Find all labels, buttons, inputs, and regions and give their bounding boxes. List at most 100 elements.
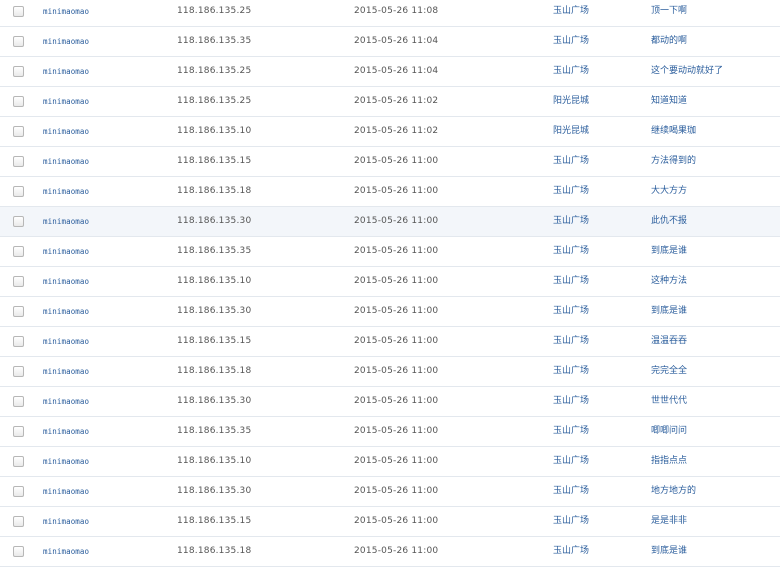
location-link[interactable]: 阳光昆城 (553, 87, 589, 116)
row-select-checkbox[interactable] (13, 426, 24, 437)
username-link[interactable]: minimaomao (43, 537, 89, 566)
message-link[interactable]: 到底是谁 (651, 537, 687, 566)
username-link[interactable]: minimaomao (43, 507, 89, 536)
row-select-checkbox[interactable] (13, 366, 24, 377)
table-row: minimaomao 118.186.135.35 2015-05-26 11:00… (0, 237, 780, 267)
message-link[interactable]: 顶一下啊 (651, 0, 687, 26)
location-link[interactable]: 阳光昆城 (553, 117, 589, 146)
location-link[interactable]: 玉山广场 (553, 27, 589, 56)
log-table: minimaomao 118.186.135.25 2015-05-26 11:08… (0, 0, 780, 567)
username-link[interactable]: minimaomao (43, 327, 89, 356)
username-link[interactable]: minimaomao (43, 57, 89, 86)
username-link[interactable]: minimaomao (43, 267, 89, 296)
location-link[interactable]: 玉山广场 (553, 57, 589, 86)
message-link[interactable]: 指指点点 (651, 447, 687, 476)
location-link[interactable]: 玉山广场 (553, 357, 589, 386)
row-select-checkbox[interactable] (13, 96, 24, 107)
row-select-checkbox[interactable] (13, 66, 24, 77)
ip-address: 118.186.135.15 (177, 156, 252, 166)
row-select-checkbox[interactable] (13, 36, 24, 47)
message-link[interactable]: 大大方方 (651, 177, 687, 206)
message-link[interactable]: 温温吞吞 (651, 327, 687, 356)
message-link[interactable]: 知道知道 (651, 87, 687, 116)
timestamp: 2015-05-26 11:00 (354, 516, 439, 526)
message-link[interactable]: 是是非非 (651, 507, 687, 536)
message-link[interactable]: 世世代代 (651, 387, 687, 416)
username-link[interactable]: minimaomao (43, 117, 89, 146)
row-select-checkbox[interactable] (13, 216, 24, 227)
location-link[interactable]: 玉山广场 (553, 237, 589, 266)
location-link[interactable]: 玉山广场 (553, 537, 589, 566)
row-select-checkbox[interactable] (13, 336, 24, 347)
row-select-checkbox[interactable] (13, 306, 24, 317)
ip-address: 118.186.135.30 (177, 216, 252, 226)
table-row: minimaomao 118.186.135.15 2015-05-26 11:00… (0, 147, 780, 177)
location-link[interactable]: 玉山广场 (553, 267, 589, 296)
location-link[interactable]: 玉山广场 (553, 147, 589, 176)
row-select-checkbox[interactable] (13, 6, 24, 17)
username-link[interactable]: minimaomao (43, 357, 89, 386)
message-link[interactable]: 这个要动动就好了 (651, 57, 723, 86)
timestamp: 2015-05-26 11:00 (354, 456, 439, 466)
location-link[interactable]: 玉山广场 (553, 387, 589, 416)
table-row: minimaomao 118.186.135.10 2015-05-26 11:00… (0, 267, 780, 297)
row-select-checkbox[interactable] (13, 456, 24, 467)
location-link[interactable]: 玉山广场 (553, 507, 589, 536)
message-link[interactable]: 到底是谁 (651, 297, 687, 326)
location-link[interactable]: 玉山广场 (553, 207, 589, 236)
table-row: minimaomao 118.186.135.30 2015-05-26 11:00… (0, 297, 780, 327)
message-link[interactable]: 此仇不报 (651, 207, 687, 236)
table-row: minimaomao 118.186.135.30 2015-05-26 11:00… (0, 387, 780, 417)
ip-address: 118.186.135.10 (177, 126, 252, 136)
table-row: minimaomao 118.186.135.30 2015-05-26 11:00… (0, 207, 780, 237)
username-link[interactable]: minimaomao (43, 477, 89, 506)
message-link[interactable]: 完完全全 (651, 357, 687, 386)
timestamp: 2015-05-26 11:00 (354, 396, 439, 406)
username-link[interactable]: minimaomao (43, 447, 89, 476)
username-link[interactable]: minimaomao (43, 207, 89, 236)
timestamp: 2015-05-26 11:04 (354, 66, 439, 76)
message-link[interactable]: 到底是谁 (651, 237, 687, 266)
row-select-checkbox[interactable] (13, 396, 24, 407)
row-select-checkbox[interactable] (13, 156, 24, 167)
message-link[interactable]: 都动的啊 (651, 27, 687, 56)
username-link[interactable]: minimaomao (43, 297, 89, 326)
username-link[interactable]: minimaomao (43, 417, 89, 446)
username-link[interactable]: minimaomao (43, 177, 89, 206)
username-link[interactable]: minimaomao (43, 27, 89, 56)
row-select-checkbox[interactable] (13, 486, 24, 497)
timestamp: 2015-05-26 11:00 (354, 426, 439, 436)
row-select-checkbox[interactable] (13, 126, 24, 137)
location-link[interactable]: 玉山广场 (553, 297, 589, 326)
row-select-checkbox[interactable] (13, 516, 24, 527)
location-link[interactable]: 玉山广场 (553, 417, 589, 446)
message-link[interactable]: 继续喝果珈 (651, 117, 696, 146)
timestamp: 2015-05-26 11:00 (354, 216, 439, 226)
location-link[interactable]: 玉山广场 (553, 477, 589, 506)
location-link[interactable]: 玉山广场 (553, 447, 589, 476)
username-link[interactable]: minimaomao (43, 87, 89, 116)
timestamp: 2015-05-26 11:02 (354, 126, 439, 136)
ip-address: 118.186.135.35 (177, 36, 252, 46)
ip-address: 118.186.135.10 (177, 456, 252, 466)
row-select-checkbox[interactable] (13, 276, 24, 287)
username-link[interactable]: minimaomao (43, 0, 89, 26)
username-link[interactable]: minimaomao (43, 237, 89, 266)
message-link[interactable]: 唧唧问问 (651, 417, 687, 446)
location-link[interactable]: 玉山广场 (553, 177, 589, 206)
ip-address: 118.186.135.30 (177, 306, 252, 316)
username-link[interactable]: minimaomao (43, 147, 89, 176)
ip-address: 118.186.135.18 (177, 366, 252, 376)
ip-address: 118.186.135.18 (177, 546, 252, 556)
ip-address: 118.186.135.15 (177, 336, 252, 346)
message-link[interactable]: 这种方法 (651, 267, 687, 296)
location-link[interactable]: 玉山广场 (553, 0, 589, 26)
row-select-checkbox[interactable] (13, 246, 24, 257)
message-link[interactable]: 地方地方的 (651, 477, 696, 506)
username-link[interactable]: minimaomao (43, 387, 89, 416)
timestamp: 2015-05-26 11:00 (354, 486, 439, 496)
row-select-checkbox[interactable] (13, 186, 24, 197)
message-link[interactable]: 方法得到的 (651, 147, 696, 176)
row-select-checkbox[interactable] (13, 546, 24, 557)
location-link[interactable]: 玉山广场 (553, 327, 589, 356)
